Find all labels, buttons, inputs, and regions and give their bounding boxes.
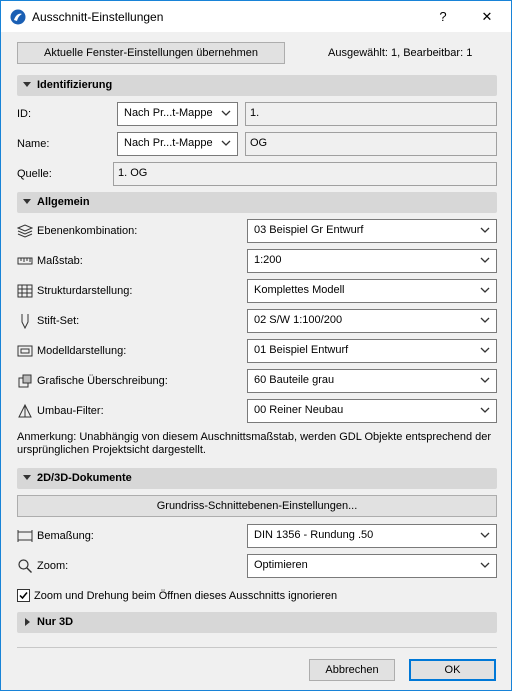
dimension-icon <box>17 530 33 542</box>
dimension-label: Bemaßung: <box>37 530 94 542</box>
section-documents[interactable]: 2D/3D-Dokumente <box>17 468 497 489</box>
section-identification-label: Identifizierung <box>37 79 113 91</box>
id-label: ID: <box>17 108 32 120</box>
window-title: Ausschnitt-Einstellungen <box>32 10 164 24</box>
ok-button[interactable]: OK <box>409 659 496 681</box>
name-label: Name: <box>17 138 50 150</box>
chevron-down-icon <box>480 257 490 263</box>
footer-divider <box>17 647 497 648</box>
collapse-triangle-icon <box>23 199 31 204</box>
chevron-down-icon <box>480 377 490 383</box>
name-mode-value: Nach Pr...t-Mappe <box>124 137 213 149</box>
renovation-filter-label: Umbau-Filter: <box>37 405 104 417</box>
collapse-triangle-icon <box>23 82 31 87</box>
layers-icon <box>17 224 33 238</box>
apply-current-window-settings-button[interactable]: Aktuelle Fenster-Einstellungen übernehme… <box>17 42 285 64</box>
title-bar[interactable]: Ausschnitt-Einstellungen ? ✕ <box>1 1 511 32</box>
chevron-down-icon <box>480 317 490 323</box>
section-documents-label: 2D/3D-Dokumente <box>37 472 132 484</box>
help-button[interactable]: ? <box>423 1 463 32</box>
model-display-select[interactable]: 01 Beispiel Entwurf <box>247 339 497 363</box>
id-mode-select[interactable]: Nach Pr...t-Mappe <box>117 102 238 126</box>
zoom-icon <box>18 559 32 573</box>
layer-combination-label: Ebenenkombination: <box>37 225 138 237</box>
scale-value: 1:200 <box>254 254 282 266</box>
chevron-down-icon <box>480 562 490 568</box>
scale-label: Maßstab: <box>37 255 83 267</box>
chevron-down-icon <box>480 347 490 353</box>
structure-display-value: Komplettes Modell <box>254 284 345 296</box>
model-display-value: 01 Beispiel Entwurf <box>254 344 349 356</box>
ruler-icon <box>17 257 33 265</box>
chevron-down-icon <box>480 287 490 293</box>
name-field[interactable]: OG <box>245 132 497 156</box>
cutplane-settings-button[interactable]: Grundriss-Schnittebenen-Einstellungen... <box>17 495 497 517</box>
pen-set-value: 02 S/W 1:100/200 <box>254 314 343 326</box>
name-mode-select[interactable]: Nach Pr...t-Mappe <box>117 132 238 156</box>
graphic-override-label: Grafische Überschreibung: <box>37 375 168 387</box>
chevron-down-icon <box>221 140 231 146</box>
zoom-value: Optimieren <box>254 559 308 571</box>
dimension-select[interactable]: DIN 1356 - Rundung .50 <box>247 524 497 548</box>
dimension-value: DIN 1356 - Rundung .50 <box>254 529 374 541</box>
ignore-zoom-label[interactable]: Zoom und Drehung beim Öffnen dieses Auss… <box>34 590 337 602</box>
chevron-down-icon <box>480 407 490 413</box>
expand-triangle-icon <box>25 618 30 626</box>
close-button[interactable]: ✕ <box>467 1 507 32</box>
renovation-filter-select[interactable]: 00 Reiner Neubau <box>247 399 497 423</box>
chevron-down-icon <box>480 227 490 233</box>
graphic-override-icon <box>18 374 32 388</box>
selection-status: Ausgewählt: 1, Bearbeitbar: 1 <box>328 47 473 59</box>
checkmark-icon <box>19 592 28 600</box>
graphic-override-select[interactable]: 60 Bauteile grau <box>247 369 497 393</box>
app-logo-icon <box>10 9 26 25</box>
scale-select[interactable]: 1:200 <box>247 249 497 273</box>
section-3d-only[interactable]: Nur 3D <box>17 612 497 633</box>
renovation-filter-value: 00 Reiner Neubau <box>254 404 344 416</box>
source-field: 1. OG <box>113 162 497 186</box>
collapse-triangle-icon <box>23 475 31 480</box>
settings-dialog: Ausschnitt-Einstellungen ? ✕ Aktuelle Fe… <box>0 0 512 691</box>
id-mode-value: Nach Pr...t-Mappe <box>124 107 213 119</box>
structure-display-label: Strukturdarstellung: <box>37 285 133 297</box>
model-display-label: Modelldarstellung: <box>37 345 127 357</box>
ignore-zoom-checkbox[interactable] <box>17 589 30 602</box>
id-field[interactable]: 1. <box>245 102 497 126</box>
pen-icon <box>21 314 29 329</box>
renovation-filter-icon <box>18 403 32 418</box>
graphic-override-value: 60 Bauteile grau <box>254 374 335 386</box>
zoom-label: Zoom: <box>37 560 69 572</box>
layer-combination-select[interactable]: 03 Beispiel Gr Entwurf <box>247 219 497 243</box>
layer-combination-value: 03 Beispiel Gr Entwurf <box>254 224 364 236</box>
pen-set-label: Stift-Set: <box>37 315 80 327</box>
source-label: Quelle: <box>17 168 52 180</box>
zoom-select[interactable]: Optimieren <box>247 554 497 578</box>
structure-icon <box>17 284 33 298</box>
chevron-down-icon <box>480 532 490 538</box>
scale-note: Anmerkung: Unabhängig von diesem Auschni… <box>17 431 492 456</box>
section-general-label: Allgemein <box>37 196 90 208</box>
section-general[interactable]: Allgemein <box>17 192 497 213</box>
section-3d-only-label: Nur 3D <box>37 616 74 628</box>
section-identification[interactable]: Identifizierung <box>17 75 497 96</box>
cancel-button[interactable]: Abbrechen <box>309 659 395 681</box>
pen-set-select[interactable]: 02 S/W 1:100/200 <box>247 309 497 333</box>
chevron-down-icon <box>221 110 231 116</box>
model-display-icon <box>17 345 33 357</box>
structure-display-select[interactable]: Komplettes Modell <box>247 279 497 303</box>
